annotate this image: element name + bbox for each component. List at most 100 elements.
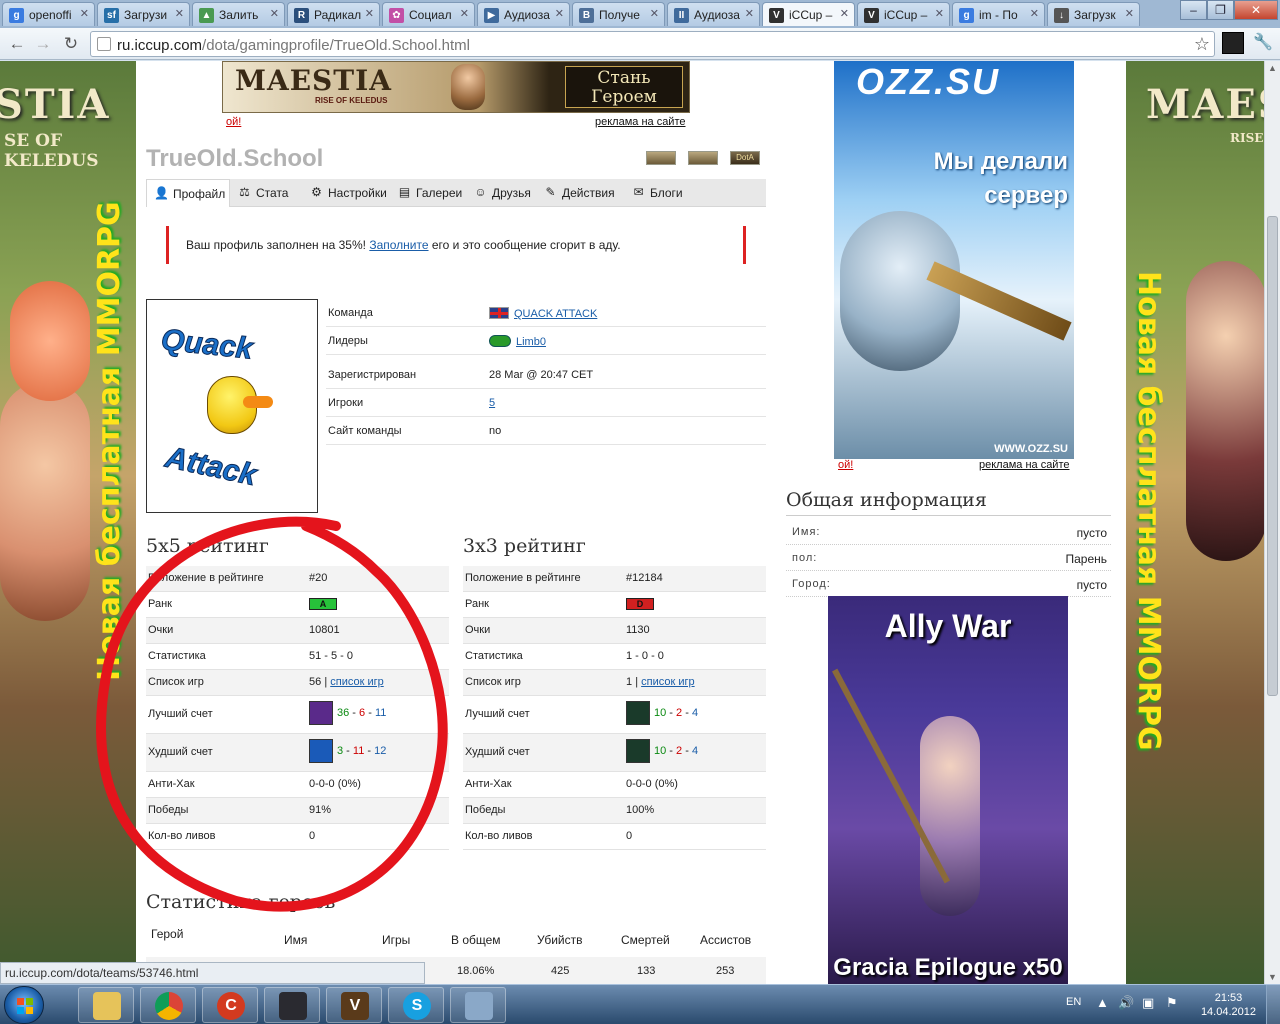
browser-tab[interactable]: g openoffi ✕ bbox=[2, 2, 95, 26]
browser-tab[interactable]: B Получе ✕ bbox=[572, 2, 665, 26]
minimize-button[interactable]: – bbox=[1180, 0, 1207, 20]
reload-button[interactable]: ↻ bbox=[60, 33, 82, 55]
kills-value: 10 bbox=[654, 706, 667, 719]
profile-tab[interactable]: ⚙ Настройки bbox=[302, 179, 390, 207]
top-ad-banner[interactable]: MAESTIA RISE OF KELEDUS Стань Героем bbox=[222, 61, 690, 113]
team-logo[interactable]: Quack Attack bbox=[146, 299, 318, 513]
col-games[interactable]: Игры bbox=[382, 933, 410, 947]
close-tab-icon[interactable]: ✕ bbox=[365, 7, 374, 20]
close-tab-icon[interactable]: ✕ bbox=[650, 7, 659, 20]
rating-value-text: 0 bbox=[626, 830, 633, 842]
profile-tab[interactable]: ✉ Блоги bbox=[624, 179, 688, 207]
games-list-link[interactable]: список игр bbox=[641, 676, 695, 688]
hero-portrait-icon[interactable] bbox=[626, 701, 650, 725]
tab-title: iCCup – bbox=[789, 8, 833, 22]
top-ad-cta[interactable]: Стань Героем bbox=[565, 66, 683, 108]
taskbar-explorer[interactable] bbox=[78, 987, 134, 1023]
close-tab-icon[interactable]: ✕ bbox=[555, 7, 564, 20]
profile-tab-label: Друзья bbox=[492, 186, 531, 200]
extension-icon[interactable] bbox=[1222, 32, 1244, 54]
close-tab-icon[interactable]: ✕ bbox=[270, 7, 279, 20]
rating-value-text: #12184 bbox=[626, 572, 663, 584]
language-indicator[interactable]: EN bbox=[1066, 996, 1081, 1024]
back-button[interactable]: ← bbox=[6, 33, 28, 55]
scrollbar-thumb[interactable] bbox=[1267, 216, 1278, 696]
action-center-icon[interactable]: ⚑ bbox=[1166, 995, 1178, 1024]
profile-tab[interactable]: ☺ Друзья bbox=[466, 179, 536, 207]
col-total[interactable]: В общем bbox=[451, 933, 501, 947]
close-tab-icon[interactable]: ✕ bbox=[80, 7, 89, 20]
taskbar-clock[interactable]: 21:53 14.04.2012 bbox=[1201, 991, 1256, 1019]
close-tab-icon[interactable]: ✕ bbox=[745, 7, 754, 20]
browser-tab[interactable]: ▲ Залить ✕ bbox=[192, 2, 285, 26]
col-assists[interactable]: Ассистов bbox=[700, 933, 751, 947]
notice-text-post: его и это сообщение сгорит в аду. bbox=[431, 238, 621, 252]
address-bar[interactable]: ru.iccup.com/dota/gamingprofile/TrueOld.… bbox=[90, 31, 1215, 57]
players-link[interactable]: 5 bbox=[489, 397, 495, 409]
taskbar-iccup-launcher[interactable]: V bbox=[326, 987, 382, 1023]
taskbar-skype[interactable]: S bbox=[388, 987, 444, 1023]
browser-tab[interactable]: ✿ Социал ✕ bbox=[382, 2, 475, 26]
rating-row-stats: Статистика 1 - 0 - 0 bbox=[463, 644, 766, 670]
tab-title: Получе bbox=[599, 8, 640, 22]
taskbar-misc-app[interactable] bbox=[450, 987, 506, 1023]
close-tab-icon[interactable]: ✕ bbox=[460, 7, 469, 20]
profile-tab[interactable]: ✎ Действия bbox=[536, 179, 624, 207]
close-tab-icon[interactable]: ✕ bbox=[840, 7, 849, 20]
start-button[interactable] bbox=[4, 986, 44, 1024]
tray-arrow-icon[interactable]: ▲ bbox=[1096, 995, 1109, 1024]
scroll-up-arrow-icon[interactable]: ▲ bbox=[1268, 63, 1277, 73]
iccup-launcher-icon: V bbox=[341, 992, 369, 1020]
close-tab-icon[interactable]: ✕ bbox=[175, 7, 184, 20]
vk-icon: B bbox=[579, 8, 594, 23]
bookmark-star-icon[interactable]: ☆ bbox=[1194, 34, 1210, 55]
browser-tab[interactable]: ↓ Загрузк ✕ bbox=[1047, 2, 1140, 26]
profile-tab[interactable]: ▤ Галереи bbox=[390, 179, 466, 207]
browser-tab[interactable]: II Аудиоза ✕ bbox=[667, 2, 760, 26]
volume-icon[interactable]: 🔊 bbox=[1118, 995, 1134, 1024]
starcraft-game-icon[interactable] bbox=[646, 151, 676, 165]
browser-tab[interactable]: ViCCup – ✕ bbox=[857, 2, 950, 26]
hero-portrait-icon[interactable] bbox=[626, 739, 650, 763]
ozz-ad-banner[interactable]: OZZ.SU Мы делали сервер WWW.OZZ.SU bbox=[834, 61, 1074, 459]
browser-tab[interactable]: g im - По ✕ bbox=[952, 2, 1045, 26]
ozz-oi-link[interactable]: ой! bbox=[838, 459, 853, 471]
profile-tab-label: Стата bbox=[256, 186, 289, 200]
profile-tab[interactable]: ⚖ Стата bbox=[230, 179, 302, 207]
close-window-button[interactable]: ✕ bbox=[1234, 0, 1278, 20]
show-desktop-button[interactable] bbox=[1266, 985, 1280, 1024]
page-scrollbar[interactable]: ▲ ▼ bbox=[1264, 61, 1280, 984]
profile-tab[interactable]: 👤 Профайл bbox=[146, 179, 230, 207]
maximize-button[interactable]: ❐ bbox=[1207, 0, 1234, 20]
network-icon[interactable]: ▣ bbox=[1142, 995, 1154, 1024]
browser-tab[interactable]: sf Загрузи ✕ bbox=[97, 2, 190, 26]
wrench-menu-icon[interactable]: 🔧 bbox=[1252, 32, 1274, 54]
browser-tab[interactable]: ▶ Аудиоза ✕ bbox=[477, 2, 570, 26]
taskbar-ccleaner[interactable]: C bbox=[202, 987, 258, 1023]
col-kills[interactable]: Убийств bbox=[537, 933, 583, 947]
leader-link[interactable]: Limb0 bbox=[516, 336, 546, 348]
scroll-down-arrow-icon[interactable]: ▼ bbox=[1268, 972, 1277, 982]
top-ad-oi-link[interactable]: ой! bbox=[226, 116, 241, 128]
ozz-site-ads-link[interactable]: реклама на сайте bbox=[979, 459, 1070, 471]
right-side-banner[interactable]: MAES RISE Новая бесплатная MMORPG bbox=[1126, 61, 1264, 984]
taskbar-chrome[interactable] bbox=[140, 987, 196, 1023]
radikal-icon: R bbox=[294, 8, 309, 23]
col-name[interactable]: Имя bbox=[284, 933, 307, 947]
forward-button[interactable]: → bbox=[32, 33, 54, 55]
team-link[interactable]: QUACK ATTACK bbox=[514, 308, 597, 320]
ally-war-ad-banner[interactable]: Ally War Gracia Epilogue x50 bbox=[828, 596, 1068, 984]
dota-game-icon[interactable]: DotA bbox=[730, 151, 760, 165]
close-tab-icon[interactable]: ✕ bbox=[935, 7, 944, 20]
col-deaths[interactable]: Смертей bbox=[621, 933, 670, 947]
warcraft-game-icon[interactable] bbox=[688, 151, 718, 165]
notice-fill-link[interactable]: Заполните bbox=[369, 238, 428, 252]
top-ad-site-ads-link[interactable]: реклама на сайте bbox=[595, 116, 686, 128]
col-hero[interactable]: Герой bbox=[151, 927, 183, 941]
close-tab-icon[interactable]: ✕ bbox=[1125, 7, 1134, 20]
taskbar-warcraft[interactable] bbox=[264, 987, 320, 1023]
close-tab-icon[interactable]: ✕ bbox=[1030, 7, 1039, 20]
browser-tab[interactable]: R Радикал ✕ bbox=[287, 2, 380, 26]
deaths-value: 2 bbox=[676, 744, 683, 757]
browser-tab[interactable]: ViCCup – ✕ bbox=[762, 2, 855, 26]
